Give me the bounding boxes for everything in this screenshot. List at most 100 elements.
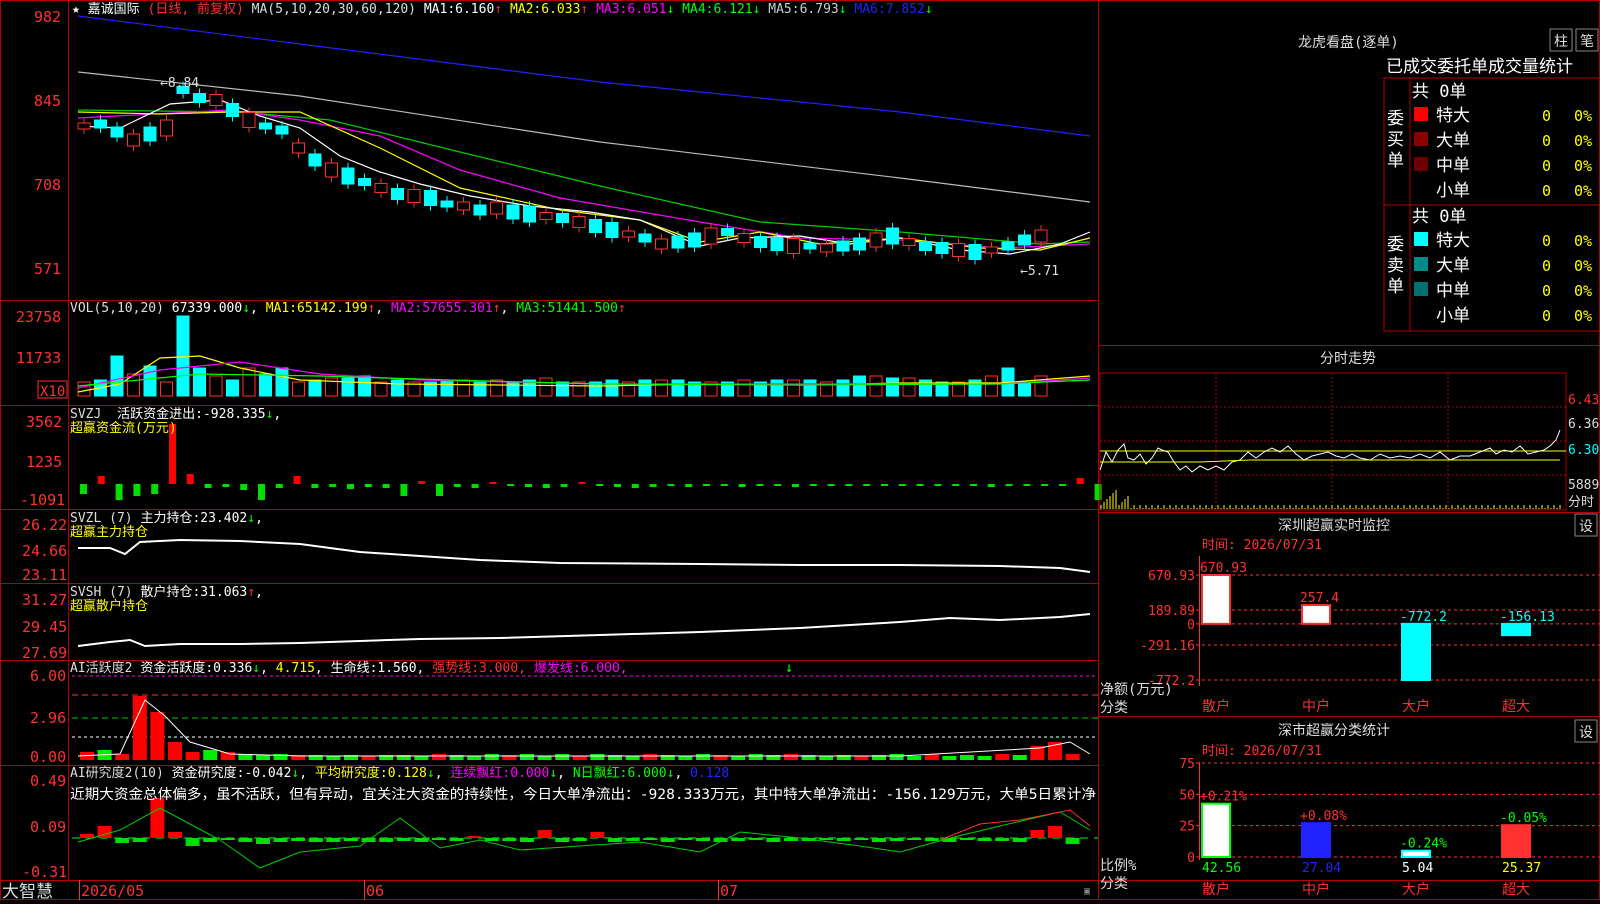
svsh-label: SVSH (7): [70, 585, 133, 600]
vol-header: VOL(5,10,20) 67339.000↓, MA1:65142.199↑,…: [70, 301, 626, 316]
low-label: ←5.71: [1020, 264, 1059, 279]
candle: [193, 93, 206, 103]
research-bar: [520, 838, 534, 842]
ai2-b-label: 平均研究度:: [315, 765, 388, 781]
stats-category: 大户: [1402, 881, 1430, 898]
tick-view-label[interactable]: 笔: [1580, 34, 1594, 50]
volume-bar: [358, 375, 371, 397]
research-bar: [872, 838, 886, 842]
research-bar: [220, 838, 235, 840]
ai1-tick: 2.96: [30, 709, 66, 727]
research-bar: [132, 838, 147, 842]
volume-bar: [886, 377, 899, 397]
monitor-data-label: 670.93: [1200, 561, 1247, 576]
volume-bar: [638, 379, 652, 397]
stock-name: 嘉诚国际: [88, 2, 140, 17]
activity-bar: [748, 754, 763, 760]
activity-bar: [696, 754, 710, 760]
fund-flow-bar: [720, 484, 728, 486]
volume-bar: [374, 381, 388, 397]
fund-flow-bar: [507, 484, 515, 486]
vol-ma2-value: 57655.301: [422, 301, 492, 316]
research-bar: [484, 838, 499, 841]
sell-order-count: 0: [1542, 257, 1551, 275]
activity-bar: [150, 712, 165, 760]
ai2-a-value: -0.042: [244, 766, 291, 781]
volume-bar: [110, 355, 124, 397]
research-bar: [590, 832, 605, 838]
vol-ma3-label: MA3:: [516, 301, 547, 316]
svzj-arrow: ↓: [266, 407, 274, 422]
fund-flow-bar: [898, 484, 906, 486]
activity-bar: [590, 754, 605, 760]
svzj-tick: 3562: [26, 413, 62, 431]
research-bar: [80, 834, 94, 838]
sell-side-label-char: 卖: [1387, 256, 1404, 276]
ma10-line: [77, 111, 1091, 251]
activity-bar: [942, 756, 957, 760]
candle: [754, 236, 767, 248]
activity-bar: [907, 756, 922, 760]
activity-bar: [185, 752, 200, 760]
fund-flow-bar: [987, 484, 995, 487]
research-bar: [502, 838, 517, 841]
svsh-subtitle: 超赢散户持仓: [70, 598, 148, 614]
svzj-comma: ,: [273, 407, 281, 422]
candle: [539, 212, 553, 220]
buy-order-count: 0: [1542, 132, 1551, 150]
bar-view-label[interactable]: 柱: [1554, 34, 1568, 50]
fund-flow-bar: [347, 484, 354, 489]
volume-bar: [985, 375, 998, 397]
fund-flow-bar: [703, 484, 710, 486]
svzl-arrow: ↓: [247, 511, 255, 526]
volume-bar: [160, 381, 173, 397]
buy-legend-swatch: [1414, 107, 1428, 121]
volume-bar: [919, 379, 932, 397]
candle: [836, 240, 850, 252]
volume-bar: [275, 367, 289, 397]
fund-flow-bar: [916, 484, 924, 486]
research-bar: [784, 838, 798, 841]
monitor-y-tick: -291.16: [1140, 639, 1195, 654]
fund-flow-bar: [1005, 484, 1013, 486]
stats-settings-label[interactable]: 设: [1579, 725, 1593, 741]
volume-bar: [836, 379, 850, 397]
fund-flow-bar: [400, 484, 408, 496]
fund-flow-bar: [792, 484, 799, 487]
research-bar: [1030, 830, 1045, 838]
main-header: ★ 嘉诚国际 (日线, 前复权) MA(5,10,20,30,60,120) M…: [72, 1, 933, 17]
vol-tick: 23758: [16, 308, 61, 326]
volume-bar: [308, 379, 322, 397]
vol-sep: ,: [375, 301, 383, 316]
activity-bar: [203, 750, 218, 760]
fund-flow-bar: [756, 484, 764, 486]
lock-icon[interactable]: ▣: [1084, 886, 1090, 897]
buy-order-count: 0: [1542, 182, 1551, 200]
vol-ma3-arrow: ↑: [618, 301, 626, 316]
vol-value: 67339.000: [172, 301, 242, 316]
monitor-settings-label[interactable]: 设: [1579, 519, 1593, 535]
x-tick: 07: [720, 882, 738, 900]
ma5-arrow: ↓: [839, 2, 847, 17]
app-brand: 大智慧: [2, 882, 53, 900]
ai2-d-arrow: ↓: [667, 766, 675, 781]
candle: [655, 238, 668, 250]
volume-bar: [473, 381, 487, 397]
research-bar: [643, 838, 658, 840]
ma5-value: 6.793: [800, 2, 839, 17]
intraday-price-high: 6.43: [1568, 393, 1599, 408]
ai2-c-value: 0.000: [510, 766, 549, 781]
candle: [622, 230, 635, 238]
intraday-volume: [1100, 490, 1561, 509]
svzl-tick: 24.66: [22, 542, 67, 560]
ai1-tick: 6.00: [30, 667, 66, 685]
price-panel[interactable]: ←8.84 ←5.71: [77, 15, 1091, 279]
candle: [325, 162, 338, 178]
stats-time: 时间: 2026/07/31: [1202, 744, 1322, 759]
ma3-label: MA3:: [596, 2, 627, 17]
volume-bar: [226, 379, 239, 397]
sell-order-percent: 0%: [1574, 282, 1592, 300]
candle: [374, 183, 388, 193]
monitor-category: 中户: [1302, 698, 1330, 715]
ma4-value: 6.121: [713, 2, 752, 17]
